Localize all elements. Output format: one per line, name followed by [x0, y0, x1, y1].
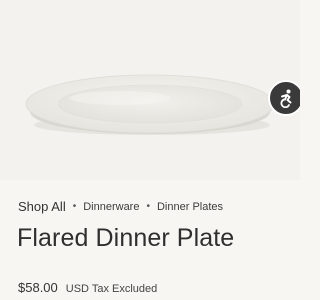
product-price: $58.00 — [18, 280, 58, 295]
breadcrumb-separator: • — [146, 201, 150, 212]
breadcrumb-link-dinner-plates[interactable]: Dinner Plates — [157, 201, 223, 213]
price-row: $58.00 USD Tax Excluded — [18, 280, 157, 295]
product-title: Flared Dinner Plate — [17, 224, 235, 252]
breadcrumb: Shop All • Dinnerware • Dinner Plates — [18, 199, 223, 214]
product-image[interactable] — [0, 0, 300, 180]
plate-illustration — [25, 74, 275, 135]
breadcrumb-link-dinnerware[interactable]: Dinnerware — [83, 201, 139, 213]
accessibility-person-icon — [280, 89, 292, 108]
breadcrumb-link-shop-all[interactable]: Shop All — [18, 199, 66, 214]
product-page: Shop All • Dinnerware • Dinner Plates Fl… — [0, 0, 300, 300]
accessibility-button[interactable] — [268, 80, 300, 116]
breadcrumb-separator: • — [72, 201, 77, 212]
tax-note: USD Tax Excluded — [65, 283, 158, 295]
